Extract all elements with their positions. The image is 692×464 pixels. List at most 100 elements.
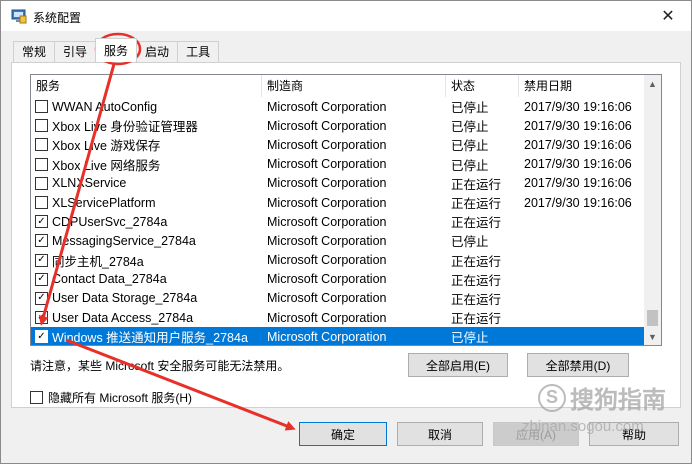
- manufacturer-cell: Microsoft Corporation: [267, 157, 387, 172]
- service-cell: ✓ User Data Access_2784a: [31, 311, 262, 325]
- checkbox-checked-icon[interactable]: ✓: [35, 234, 48, 248]
- status-cell: 已停止: [451, 235, 489, 250]
- status-cell: 正在运行: [451, 197, 502, 212]
- service-name: Xbox Live 网络服务: [52, 158, 161, 173]
- manufacturer-cell: Microsoft Corporation: [267, 137, 387, 152]
- manufacturer-cell: Microsoft Corporation: [267, 214, 387, 229]
- system-config-icon: [11, 9, 27, 24]
- table-row[interactable]: ✓ CDPUserSvc_2784a Microsoft Corporation 正在…: [31, 212, 644, 231]
- service-name: CDPUserSvc_2784a: [52, 214, 168, 229]
- list-header: 服务 制造商 状态 禁用日期: [31, 75, 644, 97]
- tab-startup[interactable]: 启动: [136, 41, 179, 62]
- status-cell: 已停止: [451, 331, 489, 346]
- table-row[interactable]: ✓ MessagingService_2784a Microsoft Corpora…: [31, 231, 644, 250]
- manufacturer-cell: Microsoft Corporation: [267, 233, 387, 248]
- status-cell: 正在运行: [451, 273, 502, 288]
- disabled-date-cell: 2017/9/30 19:16:06: [524, 157, 632, 172]
- table-row[interactable]: ✓ 同步主机_2784a Microsoft Corporation 正在运行: [31, 251, 644, 270]
- table-row[interactable]: ✓ Contact Data_2784a Microsoft Corporation…: [31, 270, 644, 289]
- window-title: 系统配置: [33, 11, 82, 25]
- service-name: User Data Storage_2784a: [52, 291, 198, 306]
- service-cell: Xbox Live 网络服务: [31, 155, 262, 174]
- checkbox-checked-icon[interactable]: ✓: [35, 330, 48, 344]
- table-row[interactable]: Xbox Live 身份验证管理器 Microsoft Corporation 已停…: [31, 116, 644, 135]
- disabled-date-cell: 2017/9/30 19:16:06: [524, 195, 632, 210]
- service-name: XLServicePlatform: [52, 195, 156, 210]
- close-icon: ✕: [661, 8, 675, 25]
- disabled-date-cell: 2017/9/30 19:16:06: [524, 118, 632, 133]
- table-row[interactable]: Xbox Live 网络服务 Microsoft Corporation 已停止 20…: [31, 155, 644, 174]
- service-cell: ✓ MessagingService_2784a: [31, 234, 262, 248]
- tab-tools[interactable]: 工具: [177, 41, 220, 62]
- title-bar: 系统配置 ✕: [1, 1, 691, 31]
- service-cell: ✓ Windows 推送通知用户服务_2784a: [31, 327, 262, 346]
- service-checkbox[interactable]: [35, 138, 48, 152]
- status-cell: 已停止: [451, 120, 489, 135]
- chevron-down-icon: ▼: [648, 331, 657, 342]
- table-row[interactable]: XLServicePlatform Microsoft Corporation 正在…: [31, 193, 644, 212]
- header-service[interactable]: 服务: [31, 75, 262, 97]
- manufacturer-cell: Microsoft Corporation: [267, 195, 387, 210]
- service-checkbox[interactable]: [35, 100, 48, 114]
- enable-all-button[interactable]: 全部启用(E): [408, 353, 508, 377]
- service-checkbox[interactable]: [35, 157, 48, 171]
- close-button[interactable]: ✕: [645, 1, 691, 31]
- header-disabled-date[interactable]: 禁用日期: [519, 75, 644, 97]
- status-cell: 正在运行: [451, 216, 502, 231]
- table-row[interactable]: WWAN AutoConfig Microsoft Corporation 已停止 2…: [31, 97, 644, 116]
- checkbox-checked-icon[interactable]: ✓: [35, 291, 48, 305]
- checkbox-checked-icon[interactable]: ✓: [35, 253, 48, 267]
- services-list[interactable]: 服务 制造商 状态 禁用日期 WWAN AutoConfig Microsoft …: [30, 74, 662, 346]
- manufacturer-cell: Microsoft Corporation: [267, 176, 387, 191]
- scroll-thumb[interactable]: [647, 310, 658, 326]
- service-cell: ✓ Contact Data_2784a: [31, 272, 262, 286]
- watermark-url: zhinan.sogou.com: [522, 418, 644, 435]
- list-body: WWAN AutoConfig Microsoft Corporation 已停止 2…: [31, 97, 644, 346]
- manufacturer-cell: Microsoft Corporation: [267, 291, 387, 306]
- disable-all-button[interactable]: 全部禁用(D): [527, 353, 629, 377]
- checkbox-checked-icon[interactable]: ✓: [35, 215, 48, 229]
- service-checkbox[interactable]: [35, 119, 48, 133]
- manufacturer-cell: Microsoft Corporation: [267, 329, 387, 344]
- scroll-down-button[interactable]: ▼: [644, 328, 661, 345]
- ok-button[interactable]: 确定: [299, 422, 387, 446]
- table-row[interactable]: Xbox Live 游戏保存 Microsoft Corporation 已停止 20…: [31, 135, 644, 154]
- service-cell: XLServicePlatform: [31, 196, 262, 210]
- service-cell: ✓ 同步主机_2784a: [31, 251, 262, 270]
- service-checkbox[interactable]: [35, 196, 48, 210]
- service-cell: WWAN AutoConfig: [31, 100, 262, 114]
- service-name: MessagingService_2784a: [52, 233, 196, 248]
- service-name: User Data Access_2784a: [52, 310, 194, 325]
- vertical-scrollbar[interactable]: ▲ ▼: [644, 75, 661, 345]
- manufacturer-cell: Microsoft Corporation: [267, 272, 387, 287]
- cancel-button[interactable]: 取消: [397, 422, 483, 446]
- service-cell: Xbox Live 游戏保存: [31, 135, 262, 154]
- hide-ms-checkbox[interactable]: [30, 391, 43, 404]
- watermark-logo: S 搜狗指南: [538, 380, 666, 415]
- service-name: Windows 推送通知用户服务_2784a: [52, 331, 248, 346]
- tab-general[interactable]: 常规: [13, 41, 56, 62]
- chevron-up-icon: ▲: [648, 78, 657, 89]
- services-panel: 服务 制造商 状态 禁用日期 WWAN AutoConfig Microsoft …: [11, 62, 681, 408]
- table-row[interactable]: ✓ User Data Access_2784a Microsoft Corpora…: [31, 308, 644, 327]
- tab-strip: 常规 引导 服务 启动 工具: [13, 38, 220, 63]
- service-cell: XLNXService: [31, 176, 262, 190]
- manufacturer-cell: Microsoft Corporation: [267, 99, 387, 114]
- service-checkbox[interactable]: [35, 176, 48, 190]
- checkbox-checked-icon[interactable]: ✓: [35, 272, 48, 286]
- table-row[interactable]: XLNXService Microsoft Corporation 正在运行 2017…: [31, 174, 644, 193]
- scroll-up-button[interactable]: ▲: [644, 75, 661, 92]
- tab-boot[interactable]: 引导: [54, 41, 97, 62]
- header-manufacturer[interactable]: 制造商: [262, 75, 446, 97]
- service-cell: ✓ CDPUserSvc_2784a: [31, 215, 262, 229]
- tab-services[interactable]: 服务: [95, 38, 138, 62]
- service-name: 同步主机_2784a: [52, 254, 144, 269]
- status-cell: 已停止: [451, 101, 489, 116]
- hide-ms-services[interactable]: 隐藏所有 Microsoft 服务(H): [30, 389, 192, 406]
- table-row[interactable]: ✓ Windows 推送通知用户服务_2784a Microsoft Corpora…: [31, 327, 644, 346]
- checkbox-checked-icon[interactable]: ✓: [35, 311, 48, 325]
- table-row[interactable]: ✓ User Data Storage_2784a Microsoft Corpor…: [31, 289, 644, 308]
- status-cell: 正在运行: [451, 254, 502, 269]
- header-status[interactable]: 状态: [446, 75, 519, 97]
- status-cell: 正在运行: [451, 312, 502, 327]
